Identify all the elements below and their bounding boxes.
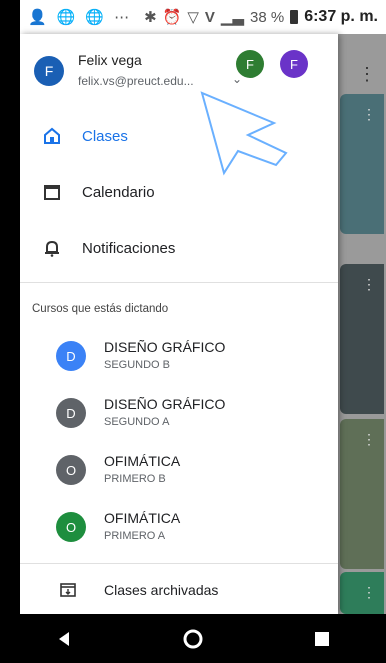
more-vert-icon[interactable]: ⋮ (362, 276, 376, 293)
section-label: Cursos que estás dictando (32, 303, 169, 315)
nav-item-archived[interactable]: Clases archivadas (20, 570, 338, 610)
back-button[interactable] (44, 619, 84, 659)
status-right: ✱ ⏰ ▽ V ▁▃ 38 % 6:37 p. m. (144, 8, 378, 26)
class-card[interactable]: ⋮ (340, 94, 384, 234)
more-dots-icon: ⋯ (114, 9, 130, 26)
more-vert-icon[interactable]: ⋮ (358, 64, 376, 85)
screen: 👤 🌐 🌐 ⋯ ✱ ⏰ ▽ V ▁▃ 38 % 6:37 p. m. ⋮ ⋮ ⋮… (20, 0, 386, 663)
bluetooth-icon: ✱ (144, 9, 157, 26)
home-icon (44, 127, 60, 144)
status-left: 👤 🌐 🌐 ⋯ (28, 8, 129, 26)
signal-icon: ▁▃ (220, 9, 244, 26)
class-card[interactable]: ⋮ (340, 264, 384, 414)
course-section: SEGUNDO B (104, 359, 171, 371)
nav-item-label: Calendario (82, 183, 155, 201)
class-card[interactable]: ⋮ (340, 572, 384, 614)
course-section: PRIMERO B (104, 473, 166, 485)
nav-item-notificaciones[interactable]: Notificaciones (20, 220, 338, 276)
other-account-avatar[interactable]: F (236, 50, 264, 78)
course-section: PRIMERO A (104, 530, 166, 542)
divider (20, 282, 338, 283)
course-avatar: D (56, 341, 86, 371)
nav-item-label: Clases archivadas (104, 582, 219, 598)
course-title: DISEÑO GRÁFICO (104, 339, 226, 355)
home-circle-icon (183, 629, 203, 648)
archive-icon (60, 583, 76, 597)
bell-icon (45, 240, 59, 257)
person-icon: 👤 (28, 9, 47, 26)
other-account-avatar[interactable]: F (280, 50, 308, 78)
alarm-icon: ⏰ (162, 9, 182, 26)
course-item[interactable]: D DISEÑO GRÁFICO SEGUNDO A (20, 386, 338, 443)
course-avatar: O (56, 455, 86, 485)
course-title: OFIMÁTICA (104, 453, 181, 469)
calendar-icon (44, 185, 60, 200)
globe-icon: 🌐 (85, 9, 105, 26)
battery-icon (290, 10, 299, 24)
course-title: OFIMÁTICA (104, 510, 181, 526)
back-icon (59, 631, 70, 646)
class-card[interactable]: ⋮ (340, 419, 384, 569)
course-item[interactable]: D DISEÑO GRÁFICO SEGUNDO B (20, 329, 338, 386)
battery-percentage: 38 % (249, 8, 285, 26)
course-avatar: O (56, 512, 86, 542)
course-item[interactable]: O OFIMÁTICA PRIMERO A (20, 500, 338, 557)
more-vert-icon[interactable]: ⋮ (362, 431, 376, 448)
divider (20, 563, 338, 564)
account-email: felix.vs@preuct.edu... (78, 74, 194, 88)
avatar[interactable]: F (34, 56, 64, 86)
recents-button[interactable] (302, 619, 342, 659)
device-frame: 👤 🌐 🌐 ⋯ ✱ ⏰ ▽ V ▁▃ 38 % 6:37 p. m. ⋮ ⋮ ⋮… (0, 0, 386, 663)
more-vert-icon[interactable]: ⋮ (362, 584, 376, 601)
more-vert-icon[interactable]: ⋮ (362, 106, 376, 123)
nav-item-label: Clases (82, 127, 128, 145)
cursor-pointer-icon (200, 91, 288, 176)
status-bar: 👤 🌐 🌐 ⋯ ✱ ⏰ ▽ V ▁▃ 38 % 6:37 p. m. (20, 0, 386, 34)
course-item[interactable]: O OFIMÁTICA PRIMERO B (20, 443, 338, 500)
wifi-icon: ▽ (187, 9, 199, 26)
course-avatar: D (56, 398, 86, 428)
system-nav-bar (0, 614, 386, 663)
globe-icon: 🌐 (56, 9, 76, 26)
home-button[interactable] (173, 619, 213, 659)
volte-icon: V (204, 8, 215, 26)
course-title: DISEÑO GRÁFICO (104, 396, 226, 412)
account-name: Felix vega (78, 52, 142, 68)
status-time: 6:37 p. m. (304, 8, 378, 25)
recents-icon (314, 631, 329, 646)
course-section: SEGUNDO A (104, 416, 170, 428)
nav-item-label: Notificaciones (82, 239, 176, 257)
background-app: ⋮ ⋮ ⋮ ⋮ ⋮ (338, 34, 386, 614)
